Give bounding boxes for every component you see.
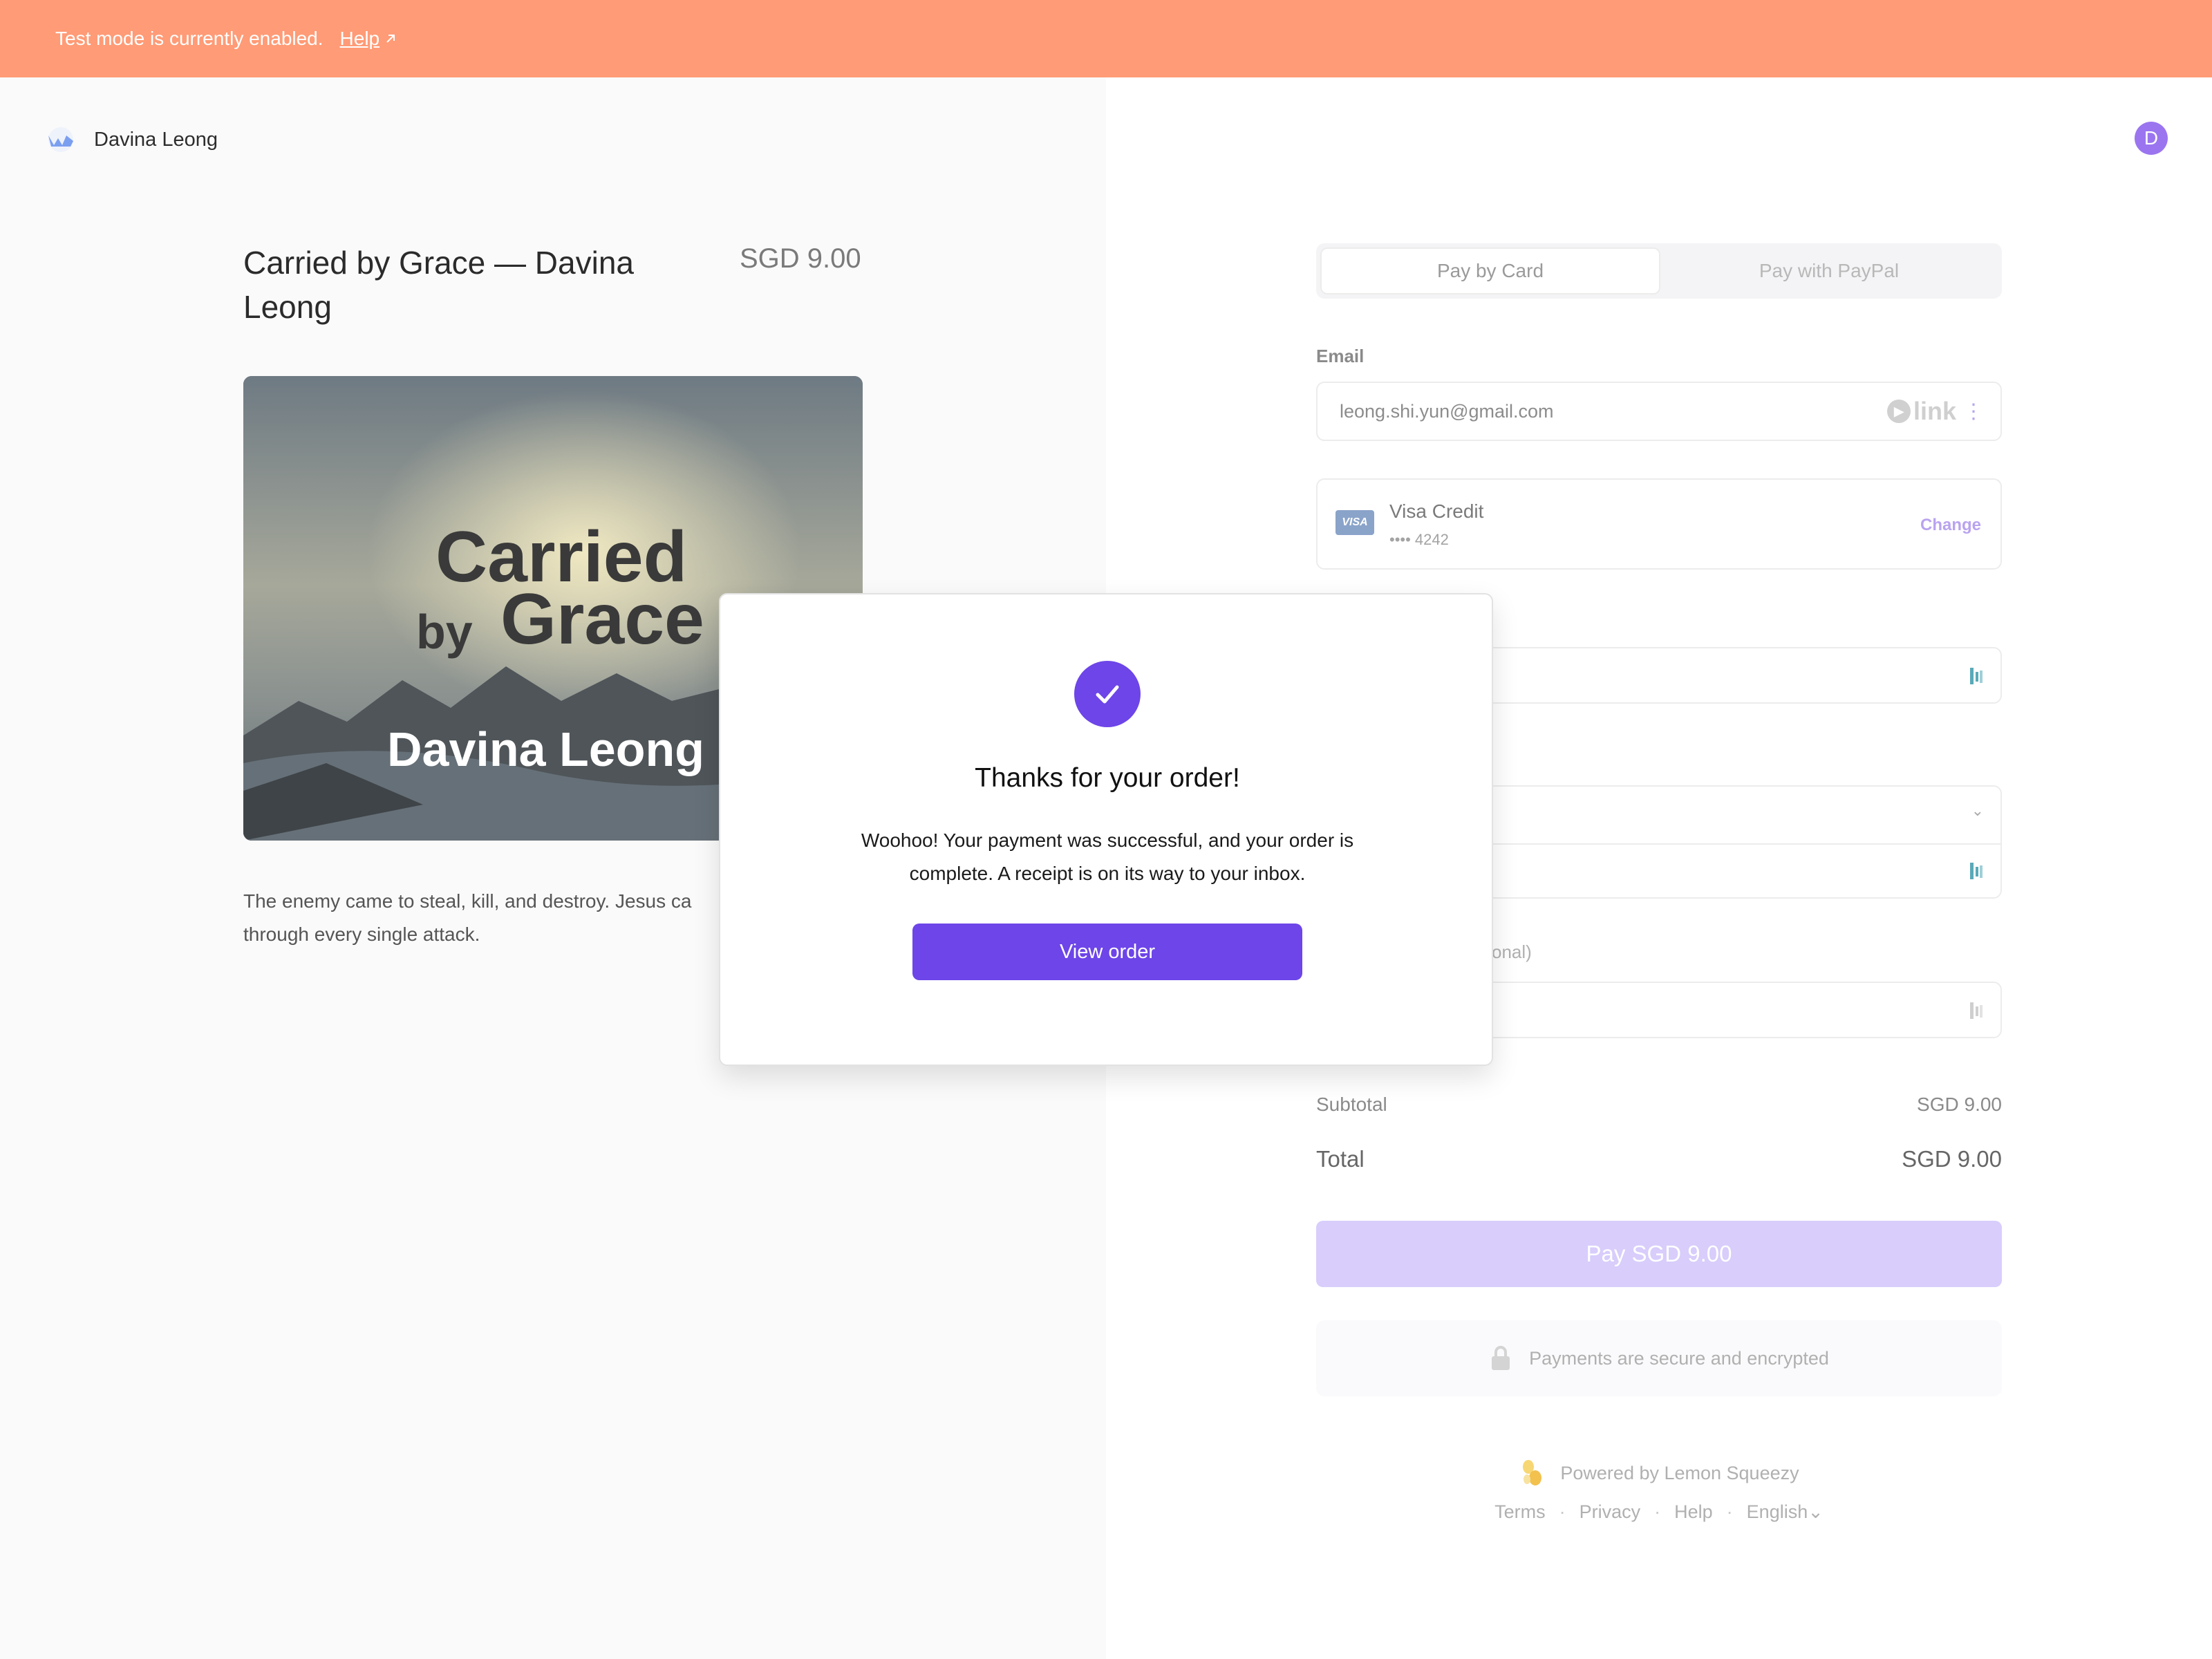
- powered-by[interactable]: Powered by Lemon Squeezy: [1316, 1457, 2002, 1489]
- footer-link-help[interactable]: Help: [1674, 1501, 1713, 1523]
- lemon-squeezy-logo-icon: [1523, 1460, 1542, 1485]
- footer-separator: ·: [1559, 1501, 1566, 1522]
- language-label: English: [1746, 1501, 1808, 1522]
- total-label: Total: [1316, 1146, 1365, 1172]
- subtotal-row: Subtotal SGD 9.00: [1316, 1094, 2002, 1116]
- lock-icon: [1492, 1346, 1510, 1370]
- help-link-label: Help: [339, 28, 380, 49]
- link-label: link: [1913, 397, 1956, 425]
- order-success-modal: Thanks for your order! Woohoo! Your paym…: [719, 593, 1493, 1066]
- cover-title-line3: Grace: [500, 579, 704, 659]
- test-mode-text: Test mode is currently enabled.: [55, 28, 324, 49]
- store-header[interactable]: Davina Leong: [44, 126, 218, 153]
- card-number: •••• 4242: [1389, 531, 1449, 548]
- modal-body: Woohoo! Your payment was successful, and…: [861, 830, 1354, 884]
- autofill-icon: [1970, 863, 1983, 879]
- footer-separator: ·: [1726, 1501, 1733, 1522]
- product-price: SGD 9.00: [740, 243, 861, 274]
- user-avatar[interactable]: D: [2135, 122, 2168, 155]
- chevron-down-icon: ⌄: [1808, 1501, 1824, 1522]
- card-name: Visa Credit: [1389, 500, 1484, 522]
- chevron-down-icon: ⌄: [1971, 802, 1984, 819]
- help-link[interactable]: Help: [340, 28, 400, 50]
- footer-links: Terms · Privacy · Help · English⌄: [1316, 1501, 2002, 1523]
- total-row: Total SGD 9.00: [1316, 1146, 2002, 1172]
- change-card-button[interactable]: Change: [1920, 516, 1981, 535]
- test-mode-banner: Test mode is currently enabled. Help: [0, 0, 2212, 77]
- autofill-icon: [1970, 668, 1983, 684]
- cover-author: Davina Leong: [387, 722, 704, 776]
- autofill-icon: [1970, 1002, 1983, 1019]
- more-options-icon[interactable]: ⋮: [1963, 398, 1984, 426]
- store-name: Davina Leong: [94, 128, 218, 151]
- store-logo-icon: [48, 127, 73, 152]
- external-link-icon: [386, 35, 395, 43]
- success-check-icon: [1074, 661, 1141, 727]
- tab-pay-by-card[interactable]: Pay by Card: [1320, 247, 1660, 294]
- tab-pay-with-paypal[interactable]: Pay with PayPal: [1660, 247, 1998, 294]
- link-badge[interactable]: ▶ link: [1886, 397, 1956, 426]
- view-order-button[interactable]: View order: [912, 924, 1302, 980]
- product-title: Carried by Grace — Davina Leong: [243, 245, 634, 325]
- payment-method-tabs: Pay by Card Pay with PayPal: [1316, 243, 2002, 299]
- email-value: leong.shi.yun@gmail.com: [1340, 401, 1554, 422]
- email-field[interactable]: leong.shi.yun@gmail.com ▶ link ⋮: [1316, 382, 2002, 441]
- secure-payments-note: Payments are secure and encrypted: [1316, 1320, 2002, 1396]
- footer-separator: ·: [1654, 1501, 1661, 1522]
- visa-card-icon: VISA: [1335, 510, 1374, 535]
- powered-by-text: Powered by Lemon Squeezy: [1560, 1462, 1799, 1483]
- optional-field-label: onal): [1492, 941, 1532, 962]
- cover-title-line2: by: [416, 605, 473, 659]
- secure-text: Payments are secure and encrypted: [1529, 1347, 1829, 1369]
- saved-card: VISA Visa Credit •••• 4242 Change: [1316, 478, 2002, 570]
- footer-link-terms[interactable]: Terms: [1494, 1501, 1546, 1523]
- modal-title: Thanks for your order!: [975, 763, 1240, 793]
- subtotal-label: Subtotal: [1316, 1094, 1387, 1115]
- subtotal-value: SGD 9.00: [1917, 1094, 2002, 1115]
- footer-link-privacy[interactable]: Privacy: [1580, 1501, 1641, 1523]
- email-label: Email: [1316, 346, 1365, 366]
- pay-button[interactable]: Pay SGD 9.00: [1316, 1221, 2002, 1287]
- language-select[interactable]: English⌄: [1747, 1501, 1824, 1523]
- link-arrow-icon: ▶: [1886, 400, 1911, 423]
- total-value: SGD 9.00: [1902, 1146, 2002, 1172]
